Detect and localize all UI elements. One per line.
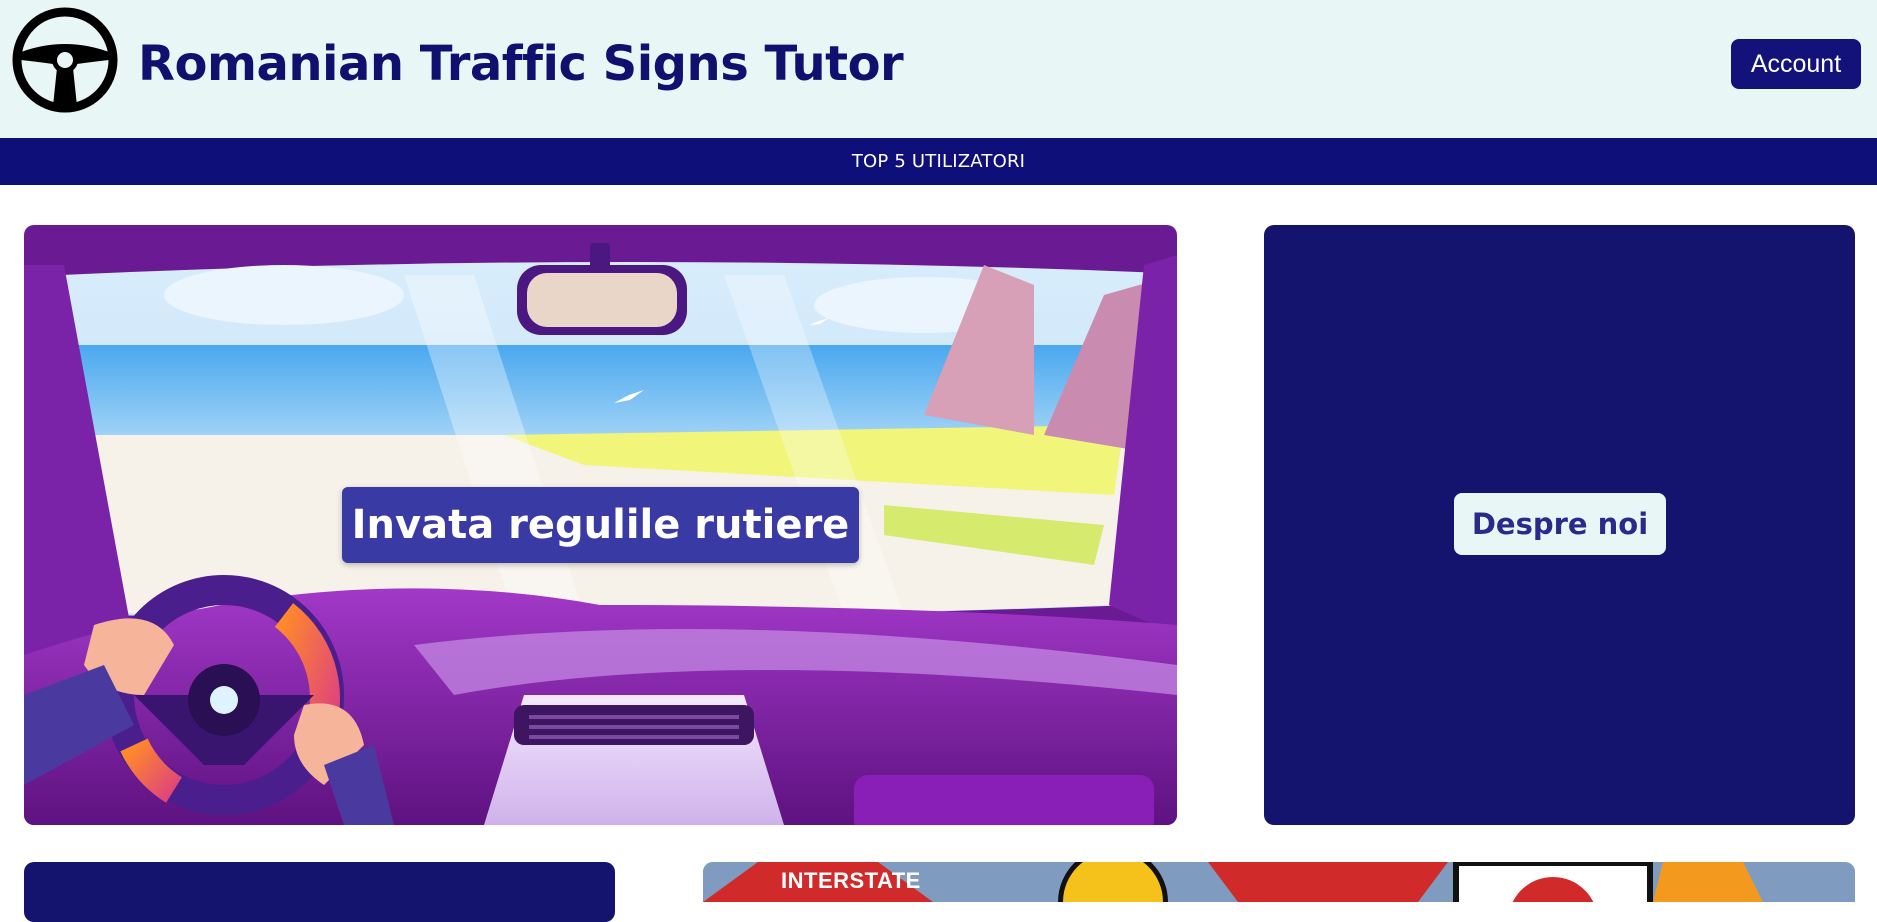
learn-traffic-rules-button[interactable]: Invata regulile rutiere: [342, 487, 859, 563]
about-us-button[interactable]: Despre noi: [1454, 493, 1666, 555]
about-panel: Despre noi: [1264, 225, 1855, 825]
hero-card: Invata regulile rutiere: [24, 225, 1177, 825]
nav-link-top-5-users[interactable]: TOP 5 UTILIZATORI: [852, 151, 1025, 172]
bottom-left-card: [24, 862, 615, 922]
interstate-sign-text: INTERSTATE: [781, 868, 921, 893]
site-header: Romanian Traffic Signs Tutor Account: [0, 0, 1877, 138]
main-navbar: TOP 5 UTILIZATORI: [0, 138, 1877, 185]
steering-wheel-icon[interactable]: [11, 6, 119, 114]
account-button[interactable]: Account: [1731, 39, 1861, 89]
site-title: Romanian Traffic Signs Tutor: [138, 36, 904, 92]
traffic-signs-banner: INTERSTATE: [703, 862, 1855, 902]
